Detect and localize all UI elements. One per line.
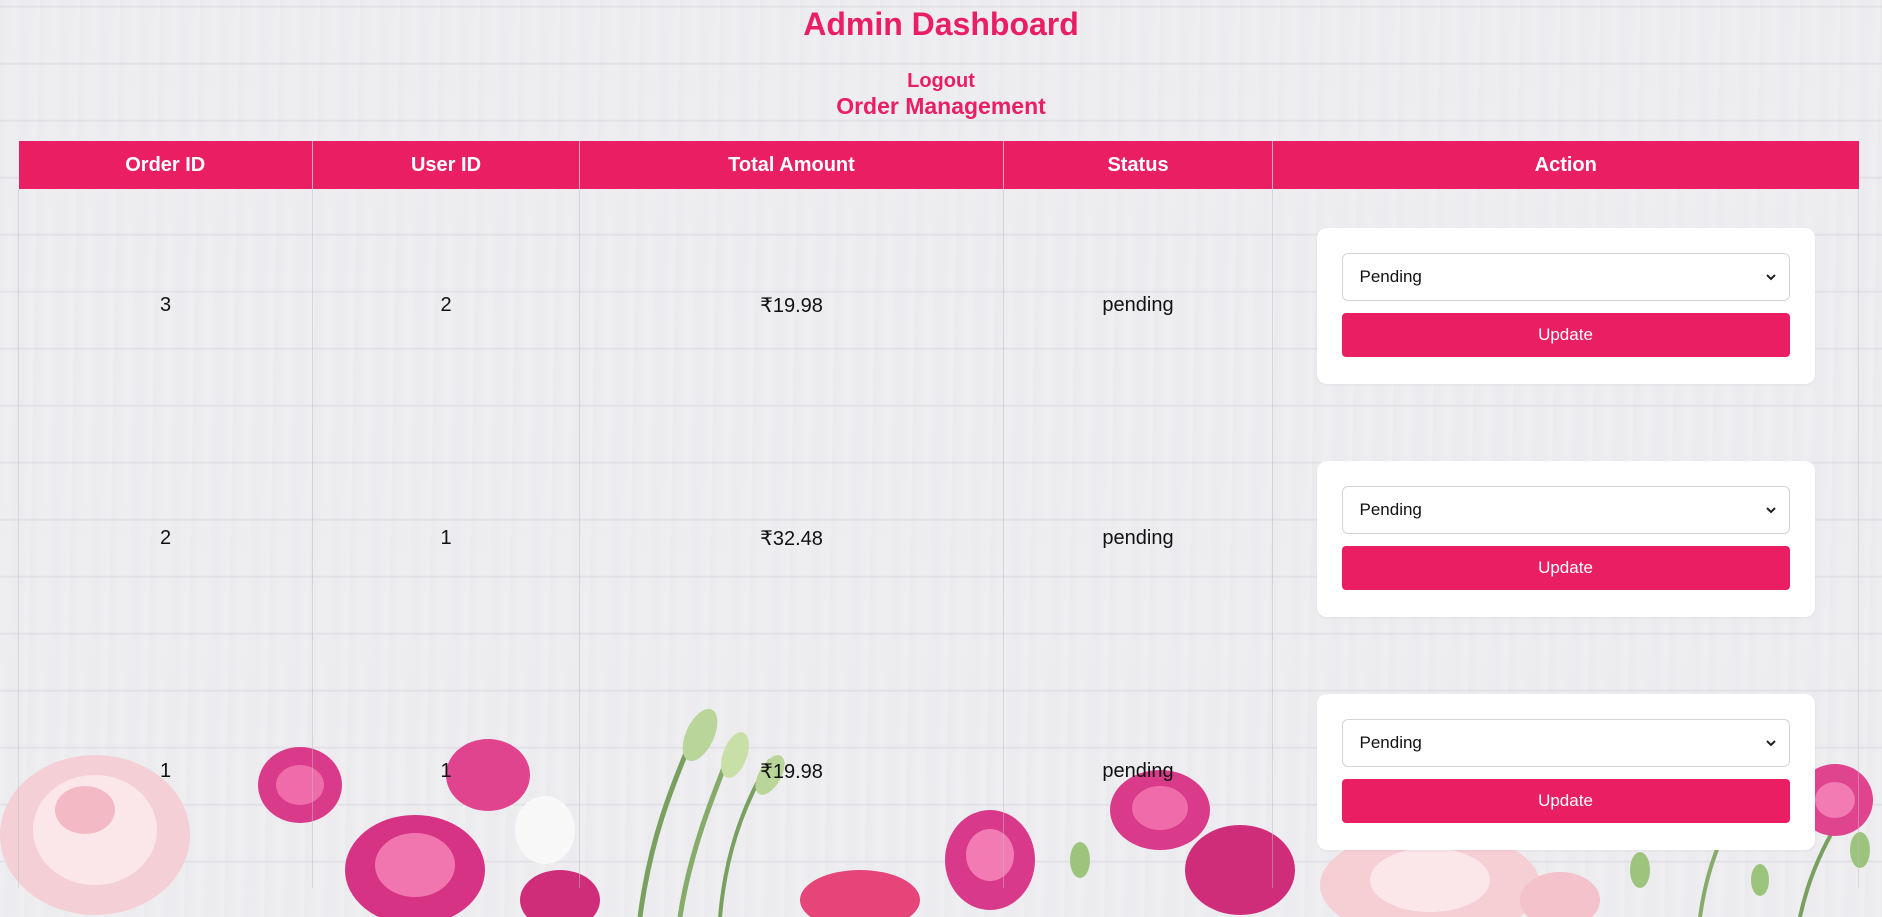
action-cell: Pending Update — [1272, 422, 1859, 655]
order-id-cell: 2 — [18, 422, 313, 655]
action-cell: Pending Update — [1272, 189, 1859, 422]
order-id-cell: 3 — [18, 189, 313, 422]
section-title: Order Management — [836, 93, 1046, 119]
table-row: 2 1 ₹32.48 pending Pending Update — [18, 422, 1859, 655]
total-amount-cell: ₹19.98 — [579, 655, 1004, 888]
orders-table: Order ID User ID Total Amount Status Act… — [18, 141, 1859, 888]
user-id-cell: 2 — [312, 189, 580, 422]
table-row: 3 2 ₹19.98 pending Pending Update — [18, 189, 1859, 422]
chevron-down-icon — [1765, 273, 1776, 280]
update-button[interactable]: Update — [1341, 545, 1790, 590]
action-card: Pending Update — [1316, 227, 1815, 384]
user-id-cell: 1 — [312, 422, 580, 655]
total-amount-cell: ₹19.98 — [579, 189, 1004, 422]
action-card: Pending Update — [1316, 460, 1815, 617]
status-cell: pending — [1003, 189, 1273, 422]
action-card: Pending Update — [1316, 693, 1815, 850]
page-title: Admin Dashboard — [803, 6, 1079, 42]
total-amount-cell: ₹32.48 — [579, 422, 1004, 655]
order-id-cell: 1 — [18, 655, 313, 888]
column-header-total-amount: Total Amount — [579, 141, 1004, 189]
chevron-down-icon — [1765, 506, 1776, 513]
chevron-down-icon — [1765, 739, 1776, 746]
status-select-value: Pending — [1359, 266, 1422, 286]
column-header-status: Status — [1003, 141, 1273, 189]
status-cell: pending — [1003, 655, 1273, 888]
status-select[interactable]: Pending — [1341, 485, 1790, 534]
page-header: Admin Dashboard Logout Order Management — [0, 0, 1882, 119]
column-header-action: Action — [1272, 141, 1859, 189]
status-select-value: Pending — [1359, 732, 1422, 752]
column-header-order-id: Order ID — [18, 141, 313, 189]
update-button[interactable]: Update — [1341, 778, 1790, 823]
status-select[interactable]: Pending — [1341, 718, 1790, 767]
status-select[interactable]: Pending — [1341, 252, 1790, 301]
column-header-user-id: User ID — [312, 141, 580, 189]
status-select-value: Pending — [1359, 499, 1422, 519]
action-cell: Pending Update — [1272, 655, 1859, 888]
logout-link[interactable]: Logout — [907, 70, 975, 92]
table-header-row: Order ID User ID Total Amount Status Act… — [18, 141, 1859, 189]
status-cell: pending — [1003, 422, 1273, 655]
table-row: 1 1 ₹19.98 pending Pending Update — [18, 655, 1859, 888]
update-button[interactable]: Update — [1341, 312, 1790, 357]
user-id-cell: 1 — [312, 655, 580, 888]
